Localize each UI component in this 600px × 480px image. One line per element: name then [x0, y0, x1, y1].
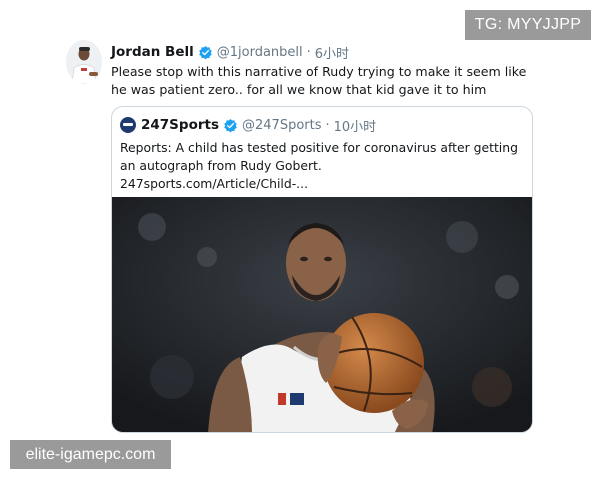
watermark-bottom-left: elite-igamepc.com: [10, 440, 171, 469]
247sports-logo-icon: [120, 117, 136, 133]
verified-badge-icon: [224, 118, 237, 132]
separator-dot: ·: [325, 117, 330, 133]
quoted-tweet-body: Reports: A child has tested positive for…: [120, 139, 528, 193]
tweet-text: Please stop with this narrative of Rudy …: [111, 64, 527, 97]
author-name[interactable]: Jordan Bell: [111, 44, 194, 60]
avatar[interactable]: [66, 40, 102, 84]
separator-dot: ·: [306, 44, 311, 60]
watermark-top-right: TG: MYYJJPP: [465, 10, 591, 40]
quoted-author-handle[interactable]: @247Sports: [242, 118, 322, 133]
tweet-header: Jordan Bell @1jordanbell · 6小时: [111, 42, 349, 62]
player-photo-illustration: [112, 197, 532, 432]
profile-avatar-icon: [66, 40, 102, 84]
quoted-tweet-text: Reports: A child has tested positive for…: [120, 140, 518, 173]
author-handle[interactable]: @1jordanbell: [217, 45, 303, 60]
quoted-tweet-link[interactable]: 247sports.com/Article/Child-...: [120, 176, 308, 191]
quoted-tweet-card[interactable]: 247Sports @247Sports · 10小时 Reports: A c…: [111, 106, 533, 433]
quoted-author-name[interactable]: 247Sports: [141, 117, 219, 133]
quoted-tweet-time[interactable]: 10小时: [334, 116, 377, 135]
quoted-tweet-header: 247Sports @247Sports · 10小时: [120, 115, 376, 135]
basketball-player-photo[interactable]: [112, 197, 532, 432]
tweet-time[interactable]: 6小时: [315, 43, 349, 62]
verified-badge-icon: [199, 45, 212, 59]
